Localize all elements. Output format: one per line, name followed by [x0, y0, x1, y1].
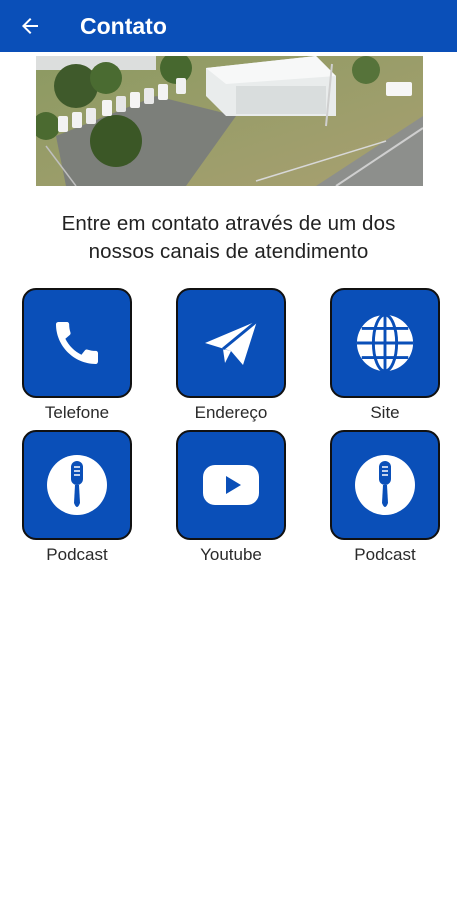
podcast-button-2[interactable]: [330, 430, 440, 540]
telefone-button[interactable]: [22, 288, 132, 398]
intro-text: Entre em contato através de um dos nosso…: [10, 210, 447, 266]
endereco-button[interactable]: [176, 288, 286, 398]
site-button[interactable]: [330, 288, 440, 398]
telefone-label: Telefone: [44, 403, 110, 422]
back-button[interactable]: [0, 0, 60, 52]
youtube-icon: [203, 465, 259, 505]
phone-icon: [56, 322, 98, 364]
app-bar: Contato: [0, 0, 457, 52]
intro-line-2: nossos canais de atendimento: [88, 240, 369, 263]
microphone-icon: [355, 455, 415, 515]
page-title: Contato: [80, 12, 167, 39]
intro-line-1: Entre em contato através de um dos: [61, 212, 396, 235]
youtube-label: Youtube: [200, 545, 262, 564]
podcast-label-2: Podcast: [354, 545, 416, 564]
paper-plane-icon: [205, 319, 258, 365]
arrow-left-icon: [22, 18, 38, 34]
site-label: Site: [370, 403, 400, 422]
podcast-label-1: Podcast: [46, 545, 108, 564]
banner-image: [36, 56, 423, 186]
podcast-button-1[interactable]: [22, 430, 132, 540]
globe-icon: [356, 313, 414, 373]
endereco-label: Endereço: [194, 403, 268, 422]
youtube-button[interactable]: [176, 430, 286, 540]
microphone-icon: [47, 455, 107, 515]
